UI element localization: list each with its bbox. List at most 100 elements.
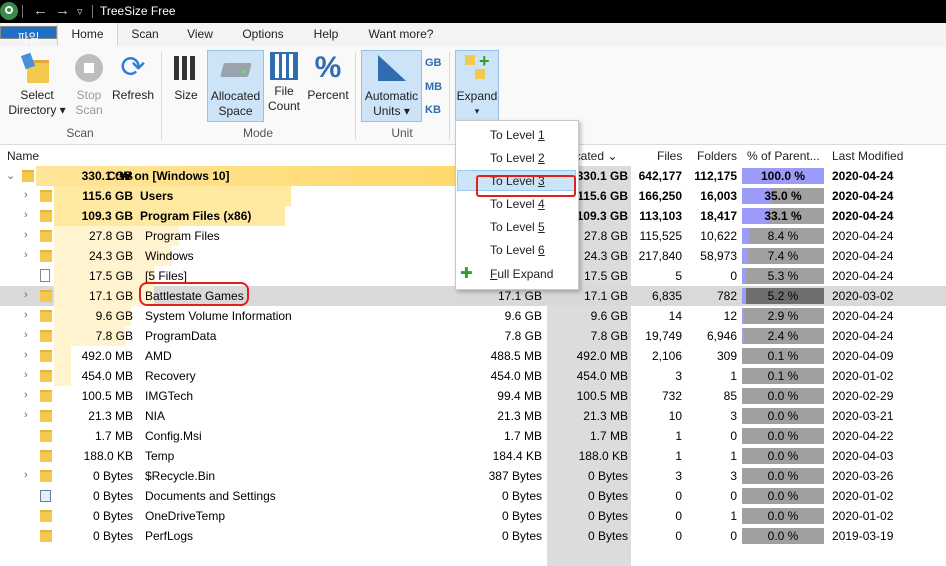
gb-unit-button[interactable]: GB bbox=[425, 57, 442, 69]
folder-icon bbox=[40, 190, 52, 202]
treesize-app-icon[interactable] bbox=[0, 2, 18, 20]
row-name[interactable]: NIA bbox=[145, 409, 165, 423]
row-name[interactable]: Config.Msi bbox=[145, 429, 202, 443]
kb-unit-button[interactable]: KB bbox=[425, 104, 441, 116]
row-percent: 2.9 % bbox=[767, 309, 799, 323]
table-row[interactable]: › 0 Bytes $Recycle.Bin 387 Bytes 0 Bytes 3 3 0.… bbox=[0, 466, 946, 486]
size-mode-button[interactable]: Size bbox=[168, 50, 204, 103]
tab-scan[interactable]: Scan bbox=[124, 23, 166, 46]
row-name[interactable]: Program Files bbox=[145, 229, 220, 243]
row-name[interactable]: Windows bbox=[145, 249, 194, 263]
expand-chevron-icon[interactable]: › bbox=[24, 189, 28, 201]
select-directory-label-1: Select bbox=[20, 88, 54, 102]
percent-label: Percent bbox=[307, 88, 349, 102]
row-size-column: 99.4 MB bbox=[497, 389, 542, 403]
expand-button[interactable]: + Expand ▾ bbox=[455, 50, 499, 122]
row-size-column: 387 Bytes bbox=[488, 469, 542, 483]
column-last-modified[interactable]: Last Modified bbox=[832, 149, 903, 163]
row-name[interactable]: Recovery bbox=[145, 369, 196, 383]
file-count-button[interactable]: File Count bbox=[264, 50, 304, 114]
table-row[interactable]: 188.0 KB Temp 184.4 KB 188.0 KB 1 1 0.0 % 2020-… bbox=[0, 446, 946, 466]
file-count-label-1: File bbox=[274, 84, 294, 98]
percent-button[interactable]: % Percent bbox=[306, 50, 350, 103]
file-icon bbox=[40, 269, 50, 282]
select-directory-label-2: Directory ▾ bbox=[8, 103, 66, 117]
table-row[interactable]: › 21.3 MB NIA 21.3 MB 21.3 MB 10 3 0.0 % 2020-03… bbox=[0, 406, 946, 426]
mb-unit-button[interactable]: MB bbox=[425, 81, 442, 93]
row-last-modified: 2020-02-29 bbox=[832, 389, 894, 403]
table-row[interactable]: 0 Bytes PerfLogs 0 Bytes 0 Bytes 0 0 0.0 % 2019… bbox=[0, 526, 946, 546]
row-name[interactable]: Program Files (x86) bbox=[140, 209, 251, 223]
expand-chevron-icon[interactable]: › bbox=[24, 469, 28, 481]
table-row[interactable]: › 100.5 MB IMGTech 99.4 MB 100.5 MB 732 85 0.0 … bbox=[0, 386, 946, 406]
row-name[interactable]: ProgramData bbox=[145, 329, 216, 343]
expand-chevron-icon[interactable]: › bbox=[24, 389, 28, 401]
select-directory-button[interactable]: Select Directory ▾ bbox=[6, 50, 68, 118]
row-name[interactable]: [5 Files] bbox=[145, 269, 187, 283]
row-folders: 309 bbox=[716, 349, 737, 363]
row-name[interactable]: $Recycle.Bin bbox=[145, 469, 215, 483]
row-folders: 0 bbox=[730, 269, 737, 283]
row-last-modified: 2020-04-03 bbox=[832, 449, 894, 463]
stop-scan-button[interactable]: Stop Scan bbox=[70, 50, 108, 118]
tab-help[interactable]: Help bbox=[306, 23, 346, 46]
row-files: 115,525 bbox=[639, 229, 683, 243]
dropdown-to-level-5[interactable]: To Level 5 bbox=[490, 220, 545, 234]
row-last-modified: 2020-01-02 bbox=[832, 489, 894, 503]
table-row[interactable]: 0 Bytes Documents and Settings 0 Bytes 0 By… bbox=[0, 486, 946, 506]
expand-chevron-icon[interactable]: › bbox=[24, 409, 28, 421]
table-row[interactable]: › 9.6 GB System Volume Information 9.6 GB 9.… bbox=[0, 306, 946, 326]
row-name[interactable]: C:₩ on [Windows 10] bbox=[107, 169, 230, 183]
row-name[interactable]: Documents and Settings bbox=[145, 489, 276, 503]
row-name[interactable]: Temp bbox=[145, 449, 174, 463]
table-row[interactable]: › 492.0 MB AMD 488.5 MB 492.0 MB 2,106 309 0.1 … bbox=[0, 346, 946, 366]
size-label: Size bbox=[174, 88, 198, 102]
row-name[interactable]: Users bbox=[140, 189, 173, 203]
table-row[interactable]: 1.7 MB Config.Msi 1.7 MB 1.7 MB 1 0 0.0 % 2020-… bbox=[0, 426, 946, 446]
row-name[interactable]: System Volume Information bbox=[145, 309, 292, 323]
expand-chevron-icon[interactable]: › bbox=[24, 329, 28, 341]
tab-view[interactable]: View bbox=[180, 23, 220, 46]
row-size: 100.5 MB bbox=[81, 389, 133, 403]
percent-bar-cell: 0.0 % bbox=[742, 508, 824, 524]
dropdown-to-level-4[interactable]: To Level 4 bbox=[490, 197, 545, 211]
dropdown-to-level-2[interactable]: To Level 2 bbox=[490, 151, 545, 165]
column-name[interactable]: Name bbox=[7, 149, 39, 163]
collapse-chevron-icon[interactable]: ⌄ bbox=[6, 169, 15, 182]
tab-file[interactable]: 파일 bbox=[0, 26, 57, 45]
expand-chevron-icon[interactable]: › bbox=[24, 249, 28, 261]
expand-chevron-icon[interactable]: › bbox=[24, 349, 28, 361]
table-row[interactable]: › 454.0 MB Recovery 454.0 MB 454.0 MB 3 1 0.1 %… bbox=[0, 366, 946, 386]
expand-chevron-icon[interactable]: › bbox=[24, 309, 28, 321]
dropdown-to-level-1[interactable]: To Level 1 bbox=[490, 128, 545, 142]
expand-chevron-icon[interactable]: › bbox=[24, 369, 28, 381]
row-name[interactable]: AMD bbox=[145, 349, 172, 363]
dropdown-to-level-6[interactable]: To Level 6 bbox=[490, 243, 545, 257]
row-size-column: 17.1 GB bbox=[497, 289, 542, 303]
row-name[interactable]: PerfLogs bbox=[145, 529, 193, 543]
quick-access-dropdown-icon[interactable]: ▿ bbox=[77, 5, 83, 18]
automatic-units-button[interactable]: Automatic Units ▾ bbox=[361, 50, 422, 122]
row-percent: 0.0 % bbox=[767, 529, 799, 543]
expand-chevron-icon[interactable]: › bbox=[24, 289, 28, 301]
back-arrow-icon[interactable]: ← bbox=[33, 2, 48, 19]
row-folders: 85 bbox=[723, 389, 737, 403]
column-percent-of-parent[interactable]: % of Parent... bbox=[747, 149, 820, 163]
row-name[interactable]: IMGTech bbox=[145, 389, 193, 403]
row-last-modified: 2020-01-02 bbox=[832, 369, 894, 383]
table-row[interactable]: › 7.8 GB ProgramData 7.8 GB 7.8 GB 19,749 6,94… bbox=[0, 326, 946, 346]
allocated-space-button[interactable]: Allocated Space bbox=[207, 50, 264, 122]
refresh-button[interactable]: ⟳ Refresh bbox=[110, 50, 156, 103]
tab-home[interactable]: Home bbox=[57, 23, 118, 47]
tab-want-more[interactable]: Want more? bbox=[361, 23, 441, 46]
expand-chevron-icon[interactable]: › bbox=[24, 209, 28, 221]
row-files: 14 bbox=[668, 309, 682, 323]
dropdown-full-expand[interactable]: Full Expand bbox=[490, 267, 553, 281]
forward-arrow-icon[interactable]: → bbox=[55, 2, 70, 19]
column-folders[interactable]: Folders bbox=[697, 149, 737, 163]
table-row[interactable]: 0 Bytes OneDriveTemp 0 Bytes 0 Bytes 0 1 0.0 %… bbox=[0, 506, 946, 526]
column-files[interactable]: Files bbox=[657, 149, 682, 163]
expand-chevron-icon[interactable]: › bbox=[24, 229, 28, 241]
row-name[interactable]: OneDriveTemp bbox=[145, 509, 225, 523]
tab-options[interactable]: Options bbox=[235, 23, 291, 46]
